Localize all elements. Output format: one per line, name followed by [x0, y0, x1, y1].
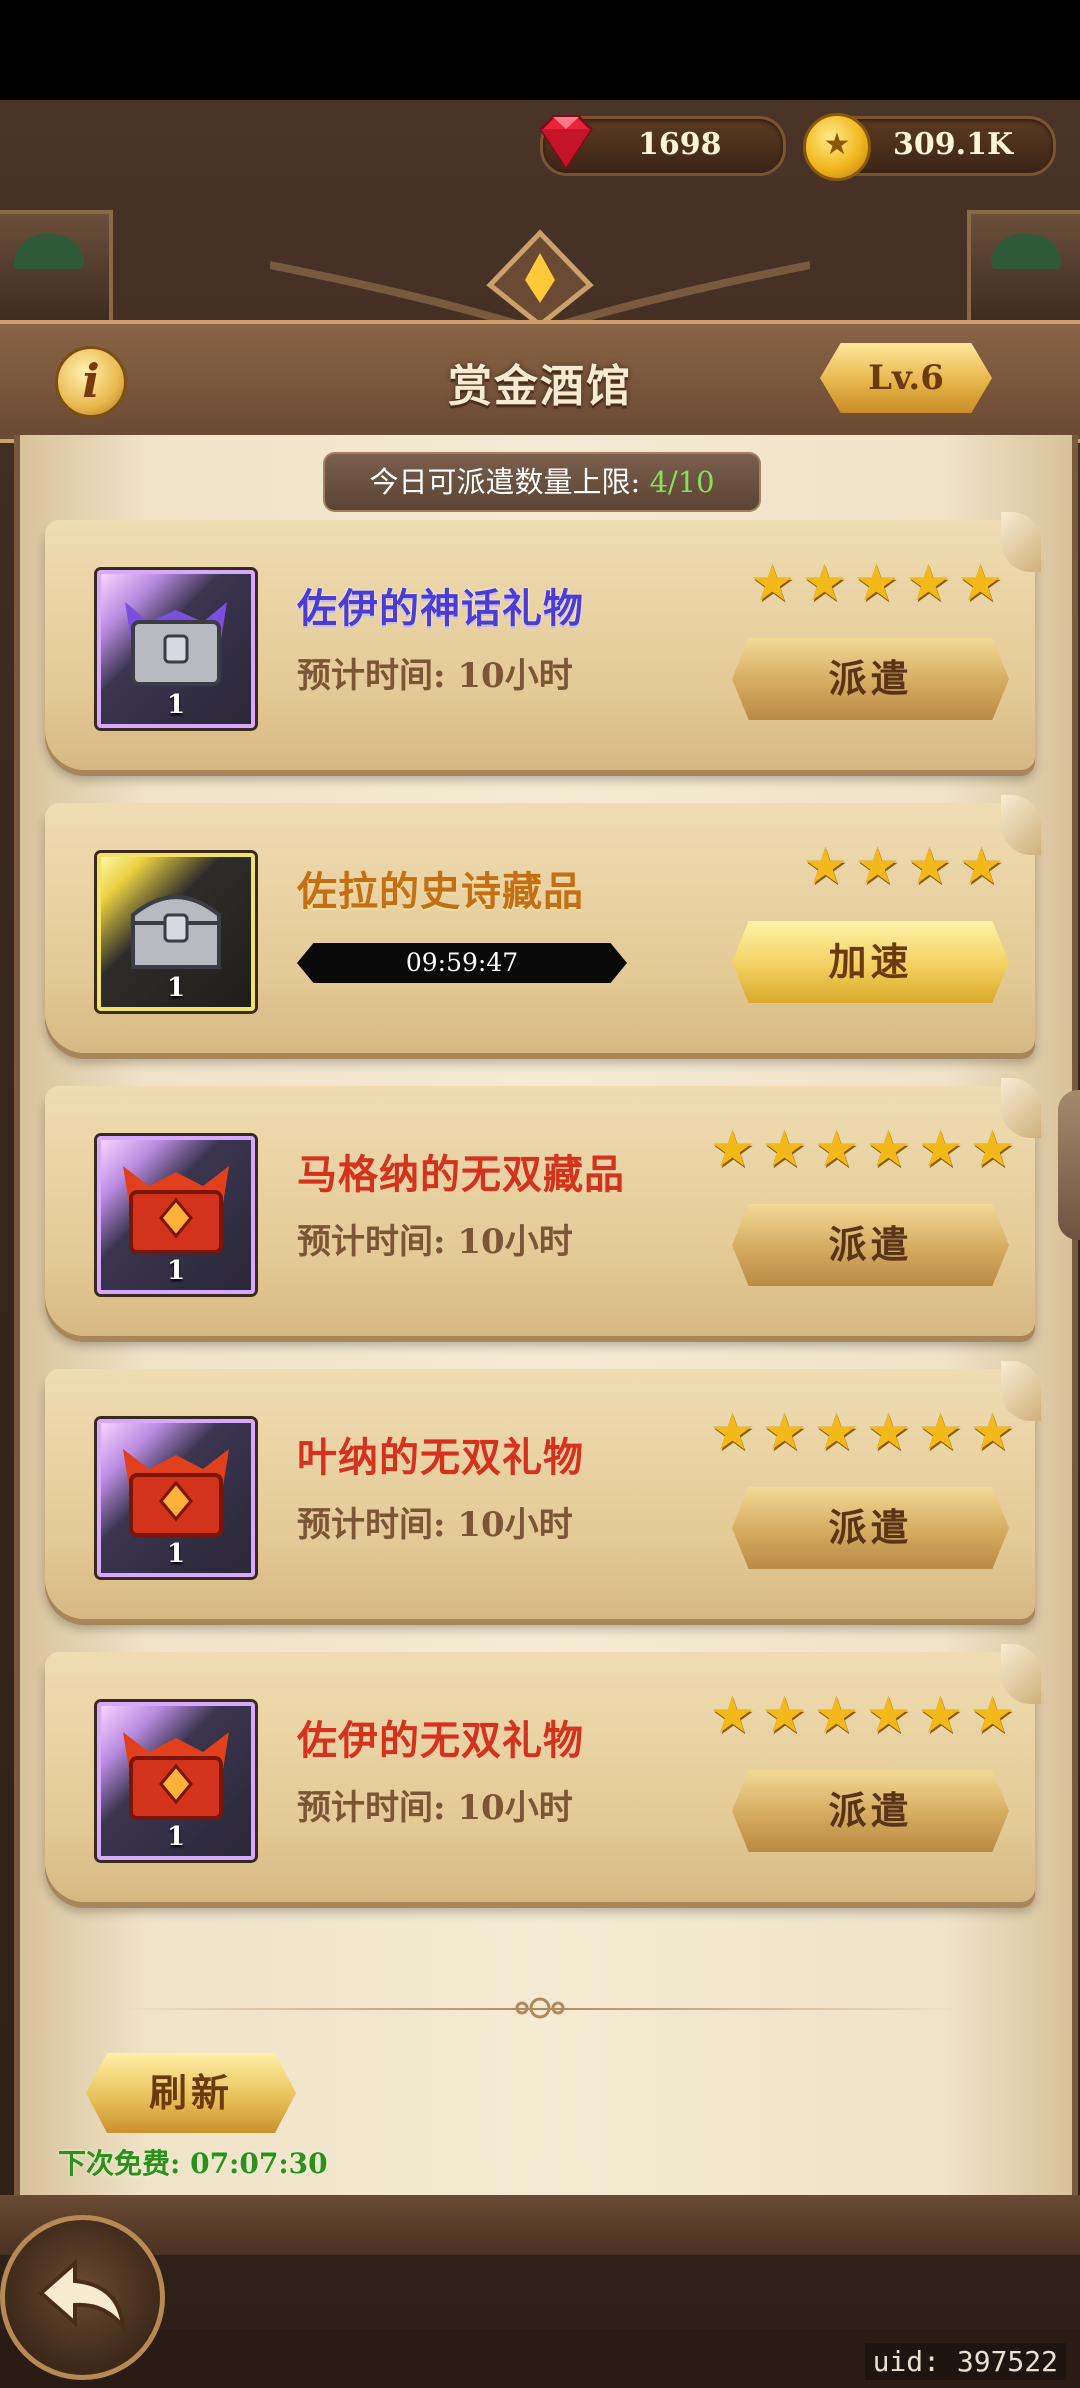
- star-icon: ★: [907, 837, 952, 895]
- quest-card: 1 马格纳的无双藏品 预计时间: 10小时 ★ ★ ★ ★ ★ ★ 派遣: [45, 1078, 1041, 1336]
- panel-bottom-edge: [0, 2195, 1080, 2255]
- item-count: 1: [166, 973, 186, 1003]
- star-icon: ★: [918, 1403, 963, 1461]
- countdown-timer: 09:59:47: [297, 943, 627, 983]
- info-icon[interactable]: i: [55, 346, 127, 418]
- star-icon: ★: [906, 554, 951, 612]
- back-arrow-icon: [37, 2258, 126, 2334]
- quest-eta: 预计时间: 10小时: [297, 1222, 573, 1262]
- star-rating: ★ ★ ★ ★ ★ ★: [710, 1124, 1020, 1178]
- star-icon: ★: [802, 554, 847, 612]
- decor-pillar-left: [0, 210, 113, 328]
- item-count: 1: [166, 1539, 186, 1569]
- star-icon: ★: [814, 1120, 859, 1178]
- star-rating: ★ ★ ★ ★ ★: [750, 558, 1008, 612]
- star-rating: ★ ★ ★ ★ ★ ★: [710, 1690, 1020, 1744]
- speed-up-button[interactable]: 加速: [732, 921, 1009, 1003]
- star-icon: ★: [866, 1403, 911, 1461]
- quest-name: 马格纳的无双藏品: [297, 1151, 625, 1198]
- dispatch-limit-banner: 今日可派遣数量上限: 4/10: [323, 452, 761, 512]
- silver-chest-icon: [125, 602, 227, 686]
- star-icon: ★: [803, 837, 848, 895]
- quest-card: 1 佐伊的无双礼物 预计时间: 10小时 ★ ★ ★ ★ ★ ★ 派遣: [45, 1644, 1041, 1902]
- refresh-button[interactable]: 刷新: [86, 2053, 296, 2133]
- gold-coin-icon: ★: [803, 113, 871, 181]
- star-icon: ★: [958, 554, 1003, 612]
- header-crest-ornament: [270, 229, 810, 329]
- star-icon: ★: [710, 1120, 755, 1178]
- quest-eta: 预计时间: 10小时: [297, 1505, 573, 1545]
- limit-value: 4/10: [649, 465, 715, 499]
- item-count: 1: [166, 690, 186, 720]
- quest-name: 叶纳的无双礼物: [297, 1434, 584, 1481]
- star-icon: ★: [959, 837, 1004, 895]
- star-icon: ★: [970, 1120, 1015, 1178]
- item-slot[interactable]: 1: [97, 1136, 255, 1294]
- star-icon: ★: [814, 1686, 859, 1744]
- star-icon: ★: [855, 837, 900, 895]
- gold-counter[interactable]: ★ 309.1K: [803, 113, 1056, 181]
- star-icon: ★: [762, 1686, 807, 1744]
- divider-ornament: [515, 1997, 565, 2019]
- quest-card: 1 佐拉的史诗藏品 09:59:47 ★ ★ ★ ★ 加速: [45, 795, 1041, 1053]
- quest-eta: 预计时间: 10小时: [297, 1788, 573, 1828]
- star-icon: ★: [762, 1120, 807, 1178]
- star-icon: ★: [866, 1686, 911, 1744]
- quest-name: 佐拉的史诗藏品: [297, 868, 584, 915]
- star-icon: ★: [970, 1686, 1015, 1744]
- item-slot[interactable]: 1: [97, 1702, 255, 1860]
- limit-label: 今日可派遣数量上限:: [369, 465, 650, 499]
- star-icon: ★: [866, 1120, 911, 1178]
- item-count: 1: [166, 1822, 186, 1852]
- gold-amount: 309.1K: [893, 127, 1014, 162]
- free-refresh-timer: 下次免费: 07:07:30: [58, 2147, 328, 2180]
- star-rating: ★ ★ ★ ★: [803, 841, 1009, 895]
- item-count: 1: [166, 1256, 186, 1286]
- dispatch-button[interactable]: 派遣: [732, 1770, 1009, 1852]
- gem-amount: 1698: [638, 127, 722, 162]
- star-icon: ★: [762, 1403, 807, 1461]
- star-icon: ★: [710, 1686, 755, 1744]
- red-chest-icon: [123, 1449, 229, 1537]
- quest-card: 1 佐伊的神话礼物 预计时间: 10小时 ★ ★ ★ ★ ★ 派遣: [45, 512, 1041, 770]
- dispatch-button[interactable]: 派遣: [732, 1487, 1009, 1569]
- dispatch-button[interactable]: 派遣: [732, 638, 1009, 720]
- red-chest-icon: [123, 1166, 229, 1254]
- star-icon: ★: [918, 1686, 963, 1744]
- star-icon: ★: [918, 1120, 963, 1178]
- star-icon: ★: [970, 1403, 1015, 1461]
- quest-name: 佐伊的神话礼物: [297, 585, 584, 632]
- item-slot[interactable]: 1: [97, 853, 255, 1011]
- item-slot[interactable]: 1: [97, 570, 255, 728]
- star-rating: ★ ★ ★ ★ ★ ★: [710, 1407, 1020, 1461]
- gem-counter[interactable]: 1698: [539, 115, 786, 176]
- level-badge[interactable]: Lv.6: [820, 343, 992, 413]
- quest-card: 1 叶纳的无双礼物 预计时间: 10小时 ★ ★ ★ ★ ★ ★ 派遣: [45, 1361, 1041, 1619]
- page-title: 赏金酒馆: [448, 361, 632, 412]
- decor-pillar-right: [967, 210, 1080, 328]
- silver-chest-icon: [131, 895, 221, 969]
- star-icon: ★: [814, 1403, 859, 1461]
- red-chest-icon: [123, 1732, 229, 1820]
- quest-eta: 预计时间: 10小时: [297, 656, 573, 696]
- dispatch-button[interactable]: 派遣: [732, 1204, 1009, 1286]
- item-slot[interactable]: 1: [97, 1419, 255, 1577]
- status-bar: [0, 0, 1080, 100]
- star-icon: ★: [750, 554, 795, 612]
- quest-name: 佐伊的无双礼物: [297, 1717, 584, 1764]
- user-id-label: uid: 397522: [864, 2343, 1066, 2380]
- side-drawer-handle[interactable]: [1058, 1090, 1080, 1240]
- gem-icon: [539, 115, 593, 170]
- star-icon: ★: [710, 1403, 755, 1461]
- star-icon: ★: [854, 554, 899, 612]
- back-button[interactable]: [0, 2215, 165, 2380]
